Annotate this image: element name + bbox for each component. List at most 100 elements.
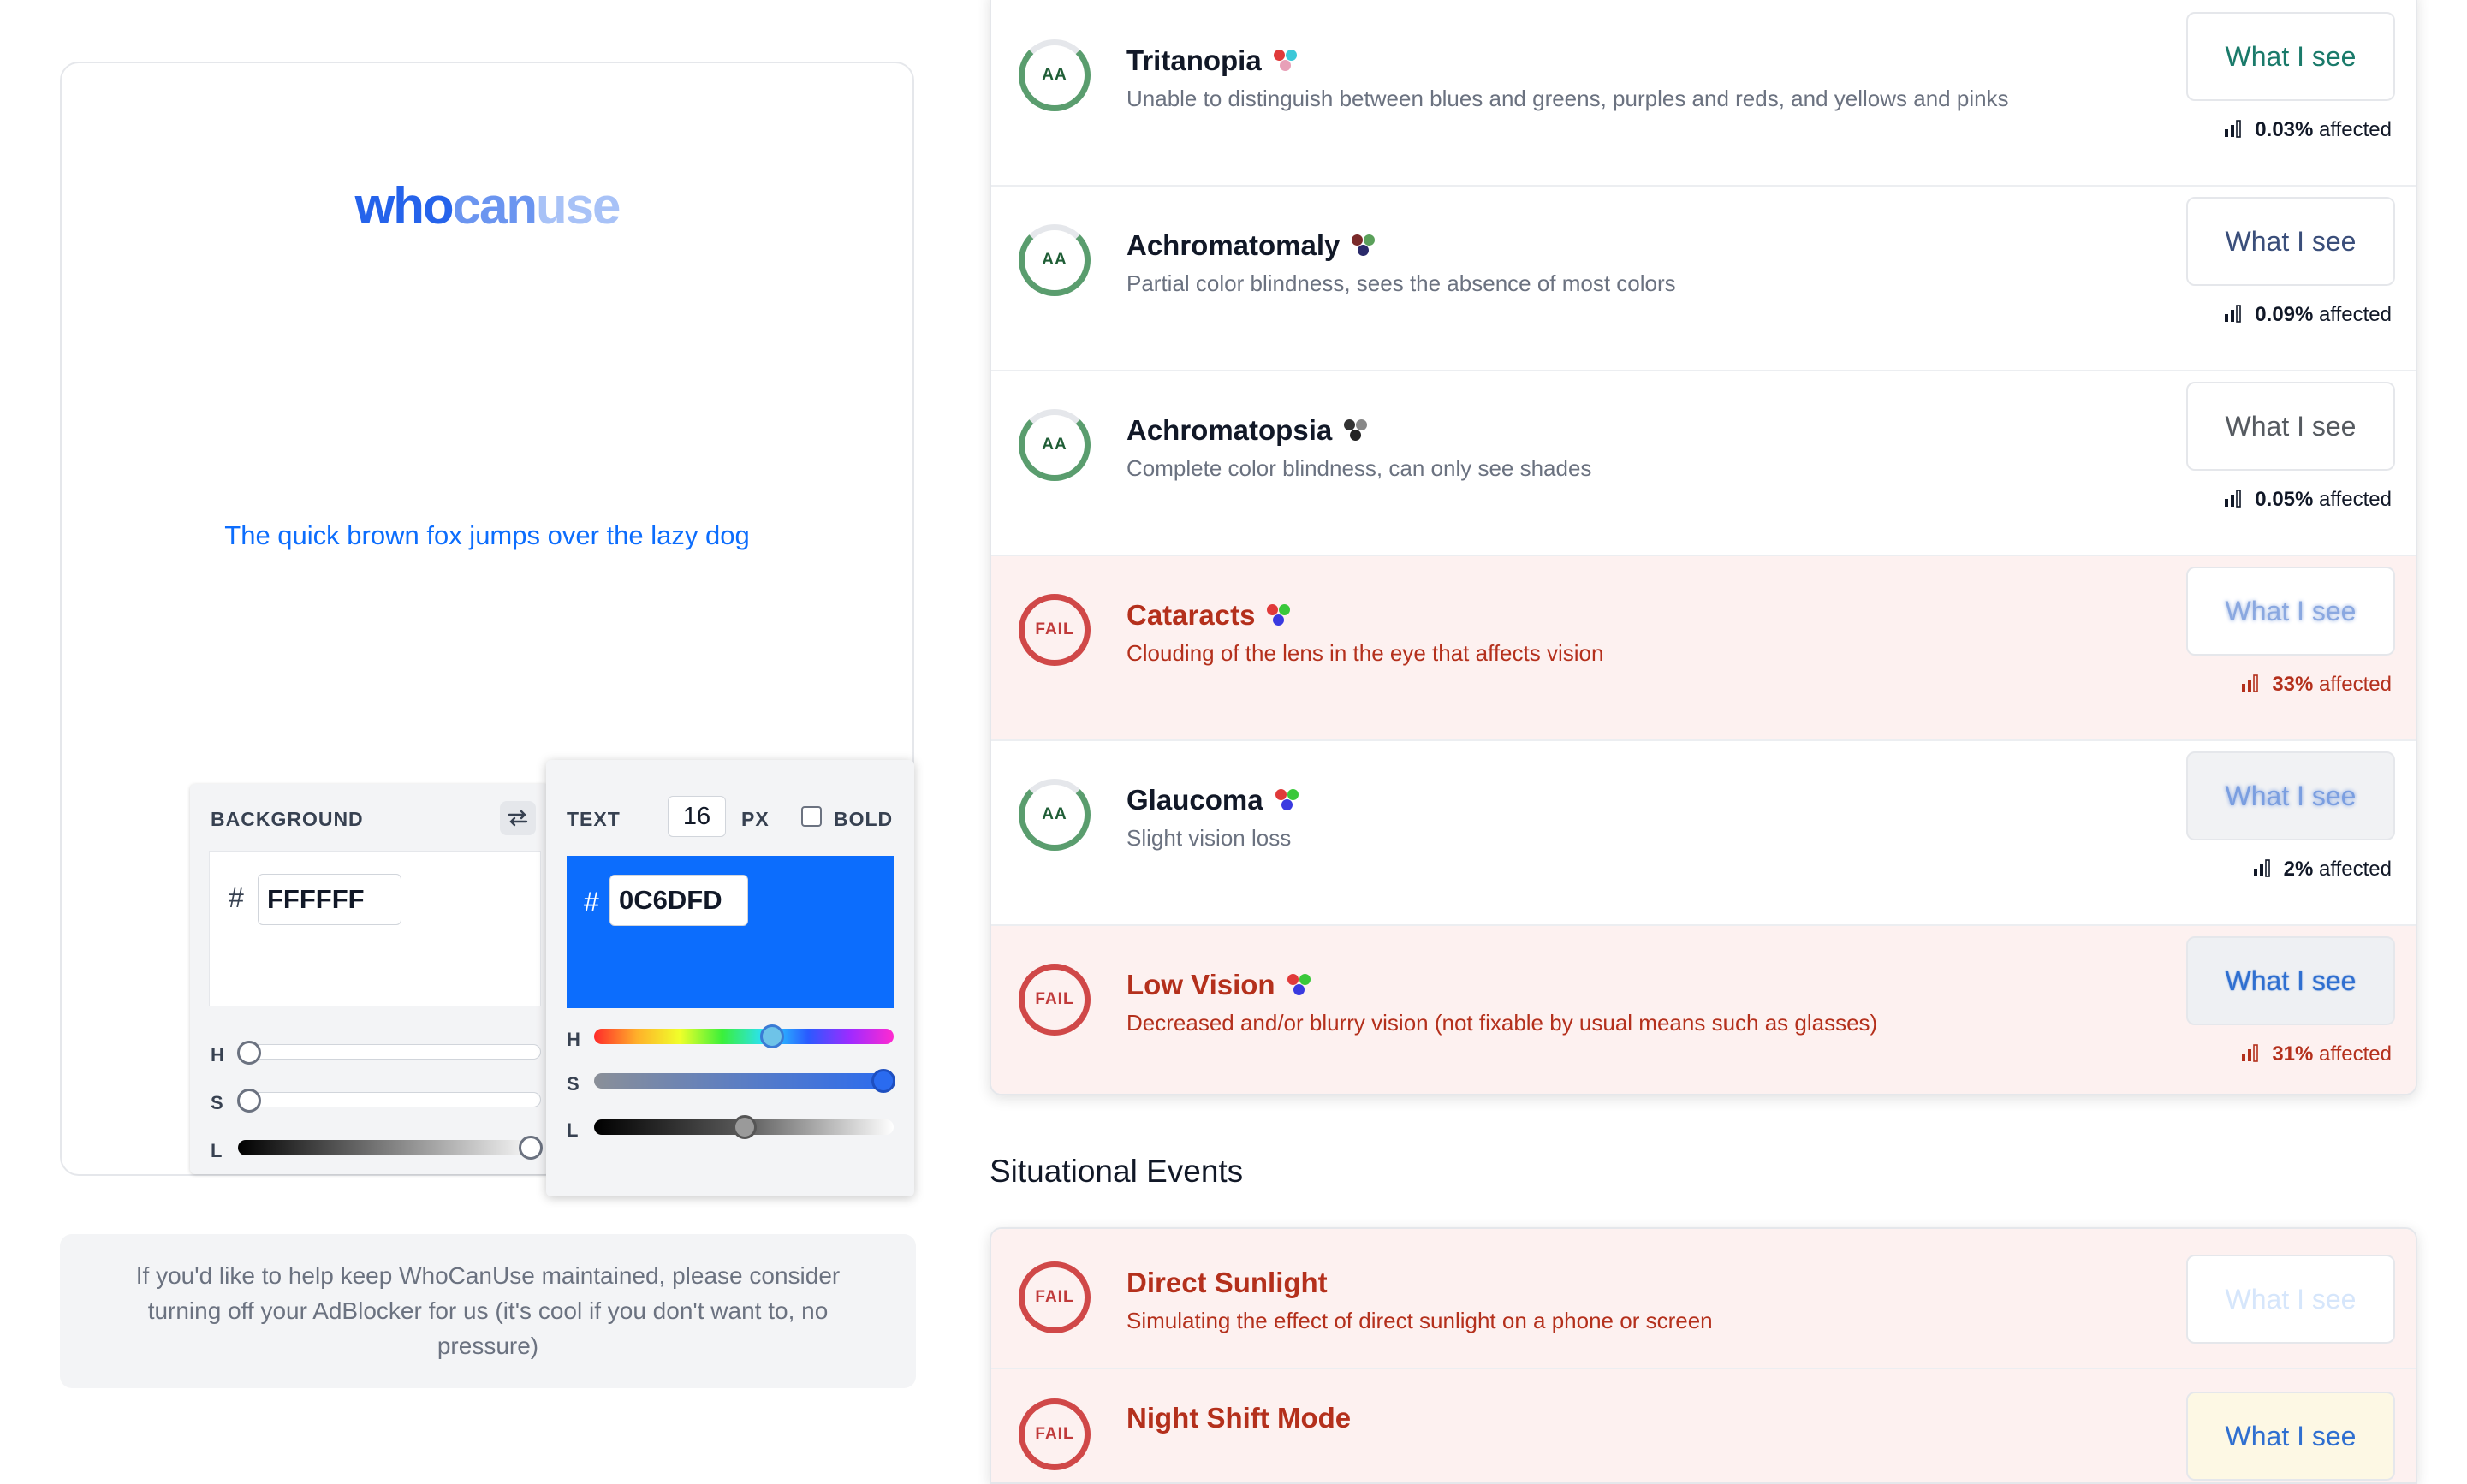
color-dot — [1287, 789, 1299, 800]
what-i-see-button[interactable]: What I see — [2186, 751, 2395, 840]
bar-chart-icon — [2225, 120, 2242, 138]
lightness-label: L — [211, 1140, 223, 1161]
condition-row-night-shift-mode: FAIL Night Shift Mode What I see — [991, 1369, 2416, 1482]
affected-value: 0.05% — [2255, 488, 2314, 511]
slider-knob[interactable] — [733, 1115, 757, 1139]
color-dot — [1352, 234, 1363, 246]
bar-chart-icon — [2253, 859, 2270, 877]
color-dot — [1267, 604, 1278, 615]
fail-badge: FAIL — [1019, 1261, 1091, 1333]
what-i-see-button[interactable]: What I see — [2186, 1255, 2395, 1344]
px-unit-label: PX — [741, 808, 770, 830]
background-color-swatch[interactable]: # FFFFFF — [209, 851, 541, 1006]
situational-events-list: FAIL Direct Sunlight Simulating the effe… — [990, 1227, 2417, 1484]
text-hue-slider[interactable] — [594, 1024, 894, 1048]
color-dot — [1293, 984, 1305, 995]
color-dots-icon — [1352, 233, 1381, 258]
hash-symbol: # — [229, 882, 244, 913]
saturation-label: S — [211, 1092, 223, 1113]
bar-chart-icon — [2225, 490, 2242, 508]
font-size-input[interactable]: 16 — [668, 796, 726, 837]
slider-knob[interactable] — [237, 1041, 261, 1065]
condition-title: Tritanopia — [1126, 45, 1262, 76]
affected-stat: 0.03% affected — [2224, 118, 2392, 142]
affected-stat: 2% affected — [2253, 858, 2392, 881]
text-color-swatch[interactable]: # 0C6DFD — [567, 856, 894, 1008]
condition-title: Direct Sunlight — [1126, 1267, 1328, 1298]
text-hex-input[interactable]: 0C6DFD — [609, 875, 748, 926]
slider-knob[interactable] — [871, 1069, 895, 1093]
color-dot — [1287, 974, 1299, 985]
slider-knob[interactable] — [237, 1089, 261, 1113]
color-dot — [1286, 50, 1297, 61]
condition-description: Partial color blindness, sees the absenc… — [1126, 270, 1676, 296]
affected-stat: 0.09% affected — [2224, 303, 2392, 327]
hue-label: H — [567, 1029, 580, 1050]
slider-knob[interactable] — [519, 1136, 543, 1160]
condition-row-direct-sunlight: FAIL Direct Sunlight Simulating the effe… — [991, 1229, 2416, 1369]
color-dots-icon — [1344, 418, 1373, 443]
swap-colors-button[interactable] — [500, 801, 536, 835]
sample-text: The quick brown fox jumps over the lazy … — [224, 520, 750, 550]
bold-label: BOLD — [834, 808, 894, 830]
text-saturation-slider[interactable] — [594, 1069, 895, 1093]
fail-badge: FAIL — [1019, 1398, 1091, 1470]
background-panel: BACKGROUND # FFFFFF H S L — [190, 784, 550, 1174]
fail-badge: FAIL — [1019, 594, 1091, 666]
condition-title: Achromatopsia — [1126, 414, 1333, 446]
condition-title: Achromatomaly — [1126, 229, 1341, 261]
bold-checkbox[interactable] — [801, 806, 822, 827]
affected-label: affected — [2319, 118, 2392, 141]
text-lightness-slider[interactable] — [594, 1115, 894, 1139]
affected-stat: 33% affected — [2241, 673, 2392, 697]
what-i-see-button[interactable]: What I see — [2186, 12, 2395, 101]
condition-description: Complete color blindness, can only see s… — [1126, 455, 1592, 481]
color-dots-icon — [1267, 603, 1296, 628]
lightness-label: L — [567, 1119, 579, 1141]
color-dot — [1350, 430, 1361, 441]
slider-knob[interactable] — [760, 1024, 784, 1048]
color-dot — [1280, 60, 1291, 71]
condition-row-achromatomaly: AA Achromatomaly Partial color blindness, … — [991, 187, 2416, 371]
background-hue-slider[interactable] — [237, 1041, 541, 1065]
condition-row-tritanopia: AA Tritanopia Unable to distinguish betwee… — [991, 2, 2416, 187]
bar-chart-icon — [2225, 305, 2242, 323]
fail-badge: FAIL — [1019, 964, 1091, 1036]
affected-value: 0.03% — [2255, 118, 2314, 141]
what-i-see-button[interactable]: What I see — [2186, 197, 2395, 286]
color-dot — [1358, 245, 1369, 256]
condition-description: Unable to distinguish between blues and … — [1126, 86, 2009, 111]
saturation-label: S — [567, 1073, 580, 1095]
affected-value: 31% — [2272, 1042, 2314, 1066]
affected-stat: 31% affected — [2241, 1042, 2392, 1066]
affected-value: 2% — [2283, 858, 2314, 881]
condition-description: Slight vision loss — [1126, 825, 1292, 851]
background-hex-input[interactable]: FFFFFF — [258, 874, 401, 925]
what-i-see-button[interactable]: What I see — [2186, 936, 2395, 1025]
condition-row-achromatopsia: AA Achromatopsia Complete color blindness,… — [991, 371, 2416, 556]
color-dot — [1344, 419, 1355, 430]
color-dots-icon — [1274, 48, 1303, 74]
condition-description: Simulating the effect of direct sunlight… — [1126, 1308, 1713, 1333]
what-i-see-button[interactable]: What I see — [2186, 382, 2395, 471]
text-label: TEXT — [567, 808, 621, 830]
background-lightness-slider[interactable] — [238, 1136, 543, 1160]
what-i-see-button[interactable]: What I see — [2186, 567, 2395, 656]
adblock-notice: If you'd like to help keep WhoCanUse mai… — [60, 1234, 916, 1388]
preview-card: whocanuse The quick brown fox jumps over… — [60, 62, 914, 1196]
color-dot — [1279, 604, 1290, 615]
color-dot — [1273, 614, 1284, 626]
logo[interactable]: whocanuse — [62, 176, 912, 235]
hue-label: H — [211, 1044, 224, 1066]
what-i-see-button[interactable]: What I see — [2186, 1392, 2395, 1481]
color-dot — [1274, 50, 1285, 61]
text-panel: TEXT 16 PX BOLD # 0C6DFD H S L — [546, 760, 914, 1196]
color-dot — [1299, 974, 1311, 985]
aa-badge: AA — [1019, 224, 1091, 296]
background-saturation-slider[interactable] — [237, 1089, 541, 1113]
color-dot — [1281, 799, 1293, 810]
conditions-list: AA Tritanopia Unable to distinguish betwee… — [990, 0, 2417, 1095]
condition-row-glaucoma: AA Glaucoma Slight vision loss What I see 2%… — [991, 741, 2416, 926]
affected-label: affected — [2319, 673, 2392, 696]
condition-row-low-vision: FAIL Low Vision Decreased and/or blurry vi… — [991, 926, 2416, 1094]
